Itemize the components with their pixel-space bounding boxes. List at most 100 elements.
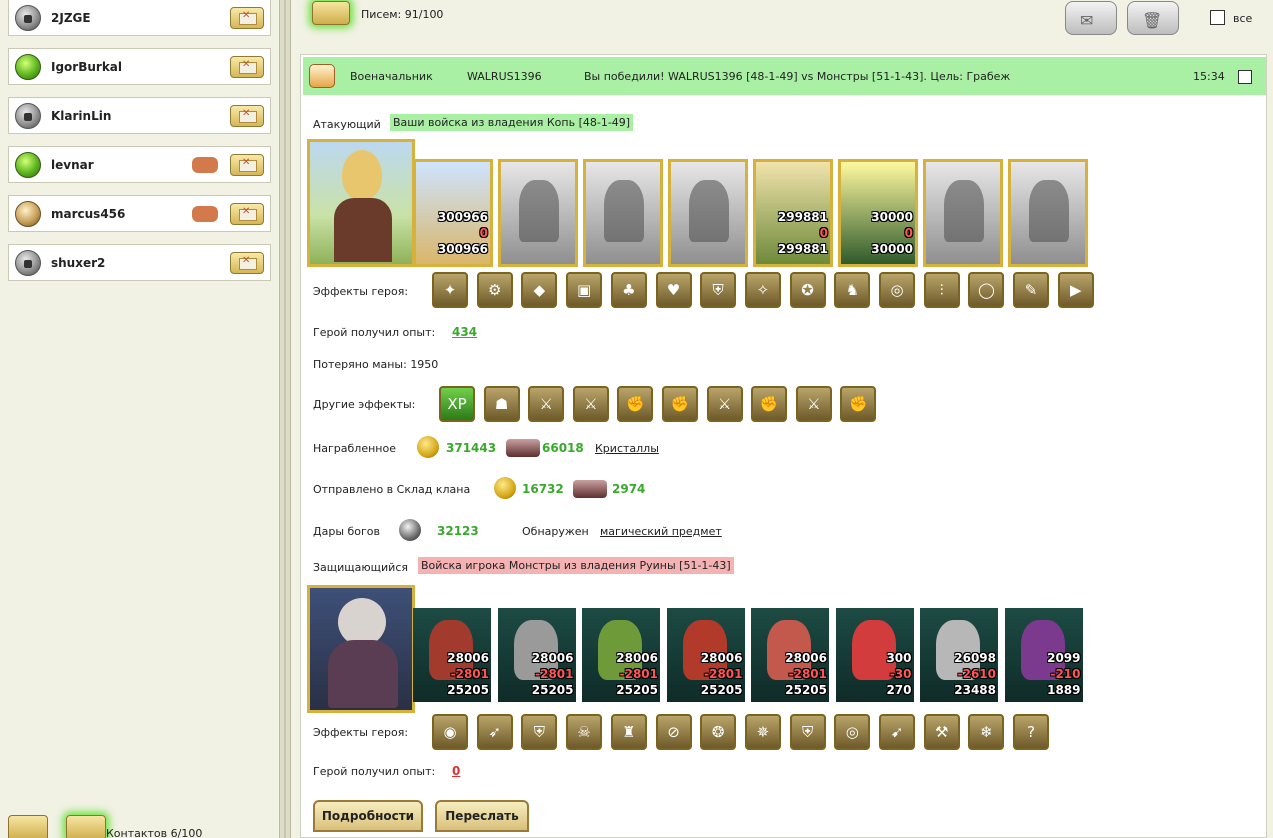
attacker-unit-slot[interactable] — [498, 159, 578, 267]
hero-effect-icon[interactable]: ♣ — [610, 272, 647, 308]
defender-unit-slot[interactable]: 300 -30 270 — [835, 608, 914, 702]
hero-effect-icon[interactable]: ⚒ — [923, 714, 960, 750]
hero-effect-icon[interactable]: ◆ — [521, 272, 558, 308]
hero-effect-icon[interactable]: ➶ — [476, 714, 513, 750]
mailbox-button[interactable] — [312, 1, 350, 25]
defender-desc: Войска игрока Монстры из владения Руины … — [418, 557, 734, 574]
other-effect-icon[interactable]: ⚔ — [572, 386, 609, 422]
other-effect-icon[interactable]: ✊ — [840, 386, 877, 422]
send-mail-icon[interactable] — [230, 203, 264, 225]
other-effect-icon[interactable]: ✊ — [751, 386, 788, 422]
other-effect-icon[interactable]: ⚔ — [528, 386, 565, 422]
other-effect-icon[interactable]: ✊ — [662, 386, 698, 422]
compose-button[interactable]: ✉ — [1065, 1, 1117, 35]
forward-button[interactable]: Переслать — [435, 800, 529, 832]
hero-effect-icon[interactable]: ✧ — [744, 272, 781, 308]
other-effect-icon[interactable]: ☗ — [483, 386, 520, 422]
handshake-icon[interactable] — [192, 206, 218, 222]
hero-effect-icon[interactable]: ⚙ — [476, 272, 513, 308]
hero-effect-icon[interactable]: ♞ — [834, 272, 871, 308]
hero-effect-icon[interactable]: ✎ — [1013, 272, 1050, 308]
hero-effect-icon[interactable]: ✪ — [789, 272, 826, 308]
effect-glyph: ⊘ — [667, 723, 680, 741]
attacker-hero-portrait[interactable] — [307, 139, 415, 267]
hero-effect-icon[interactable]: ✵ — [744, 714, 781, 750]
attacker-unit-slot[interactable] — [583, 159, 663, 267]
details-button[interactable]: Подробности — [313, 800, 423, 832]
unit-count-after: 270 — [886, 683, 912, 697]
other-effect-icon[interactable]: ⚔ — [706, 386, 743, 422]
defender-unit-slot[interactable]: 26098 -2610 23488 — [920, 608, 998, 702]
hero-effect-icon[interactable]: ⛨ — [700, 272, 737, 308]
other-effect-icon[interactable]: ⚔ — [795, 386, 832, 422]
hero-effect-icon[interactable]: ♥ — [655, 272, 692, 308]
hero-effect-icon[interactable]: ▣ — [566, 272, 603, 308]
handshake-icon[interactable] — [192, 157, 218, 173]
contact-row[interactable]: marcus456 — [8, 195, 271, 232]
hero-effect-icon[interactable]: ❂ — [700, 714, 737, 750]
send-mail-icon[interactable] — [230, 252, 264, 274]
attacker-unit-slot[interactable]: 30000 0 30000 — [838, 159, 918, 267]
defender-hero-portrait[interactable] — [307, 585, 415, 713]
attacker-unit-slot[interactable] — [1008, 159, 1088, 267]
found-item-link[interactable]: магический предмет — [600, 525, 722, 538]
hero-effect-icon[interactable]: ⫶ — [923, 272, 960, 308]
other-effect-icon[interactable]: ✊ — [617, 386, 654, 422]
defender-unit-slot[interactable]: 28006 -2801 25205 — [582, 608, 660, 702]
hero-effect-icon[interactable]: ▶ — [1057, 272, 1094, 308]
send-mail-icon[interactable] — [230, 7, 264, 29]
hero-effect-icon[interactable]: ◎ — [834, 714, 871, 750]
unit-count-before: 28006 — [785, 651, 827, 665]
defender-unit-slot[interactable]: 28006 -2801 25205 — [666, 608, 745, 702]
effect-glyph: ❂ — [711, 723, 725, 741]
contact-row[interactable]: KlarinLin — [8, 97, 271, 134]
effect-glyph: ✵ — [756, 723, 770, 741]
send-mail-icon[interactable] — [230, 154, 264, 176]
attacker-unit-slot[interactable]: 299881 0 299881 — [753, 159, 833, 267]
hero-effect-icon[interactable]: ❄ — [968, 714, 1005, 750]
sender-name: WALRUS1396 — [467, 70, 542, 83]
defender-unit-slot[interactable]: 2099 -210 1889 — [1004, 608, 1083, 702]
attacker-unit-slot[interactable] — [923, 159, 1003, 267]
contact-row[interactable]: IgorBurkal — [8, 48, 271, 85]
hero-effect-icon[interactable]: ➹ — [879, 714, 915, 750]
hero-effect-icon[interactable]: ◯ — [968, 272, 1005, 308]
unit-count-before: 28006 — [447, 651, 489, 665]
defender-unit-slot[interactable]: 28006 -2801 25205 — [413, 608, 491, 702]
message-checkbox[interactable] — [1238, 70, 1252, 84]
select-all-checkbox[interactable] — [1210, 10, 1225, 25]
delete-button[interactable]: 🗑 — [1127, 1, 1179, 35]
attacker-exp-value[interactable]: 434 — [452, 325, 477, 339]
unit-count-after: 299881 — [777, 242, 828, 256]
contact-row[interactable]: 2JZGE — [8, 0, 271, 36]
chest-icon[interactable] — [8, 815, 48, 838]
sender-rank: Военачальник — [350, 70, 433, 83]
contact-name: IgorBurkal — [51, 60, 123, 74]
hero-effect-icon[interactable]: ⊘ — [655, 714, 692, 750]
hero-effect-icon[interactable]: ⛨ — [789, 714, 826, 750]
defender-unit-slot[interactable]: 28006 -2801 25205 — [497, 608, 576, 702]
defender-exp-value[interactable]: 0 — [452, 764, 460, 778]
hero-effect-icon[interactable]: ✦ — [432, 272, 468, 308]
hero-effect-icon[interactable]: ? — [1013, 714, 1050, 750]
effect-glyph: ✊ — [759, 395, 779, 413]
contact-row[interactable]: shuxer2 — [8, 244, 271, 281]
defender-unit-slot[interactable]: 28006 -2801 25205 — [751, 608, 829, 702]
hero-effect-icon[interactable]: ◉ — [432, 714, 468, 750]
hero-effect-icon[interactable]: ⛨ — [521, 714, 558, 750]
message-header[interactable]: Военачальник WALRUS1396 Вы победили! WAL… — [303, 57, 1266, 95]
hero-effect-icon[interactable]: ◎ — [879, 272, 915, 308]
send-mail-icon[interactable] — [230, 56, 264, 78]
hero-effect-icon[interactable]: ♜ — [610, 714, 647, 750]
unit-count-after: 25205 — [531, 683, 574, 697]
contact-row[interactable]: levnar — [8, 146, 271, 183]
attacker-unit-slot[interactable] — [668, 159, 748, 267]
other-effect-icon[interactable]: XP — [439, 386, 475, 422]
unit-count-after: 23488 — [954, 683, 996, 697]
hero-effect-icon[interactable]: ☠ — [566, 714, 603, 750]
attacker-unit-slot[interactable]: 300966 0 300966 — [413, 159, 493, 267]
splitter[interactable] — [279, 0, 291, 838]
loot-crystals-link[interactable]: Кристаллы — [595, 442, 659, 455]
mailbox-icon[interactable] — [65, 815, 106, 838]
send-mail-icon[interactable] — [230, 105, 264, 127]
